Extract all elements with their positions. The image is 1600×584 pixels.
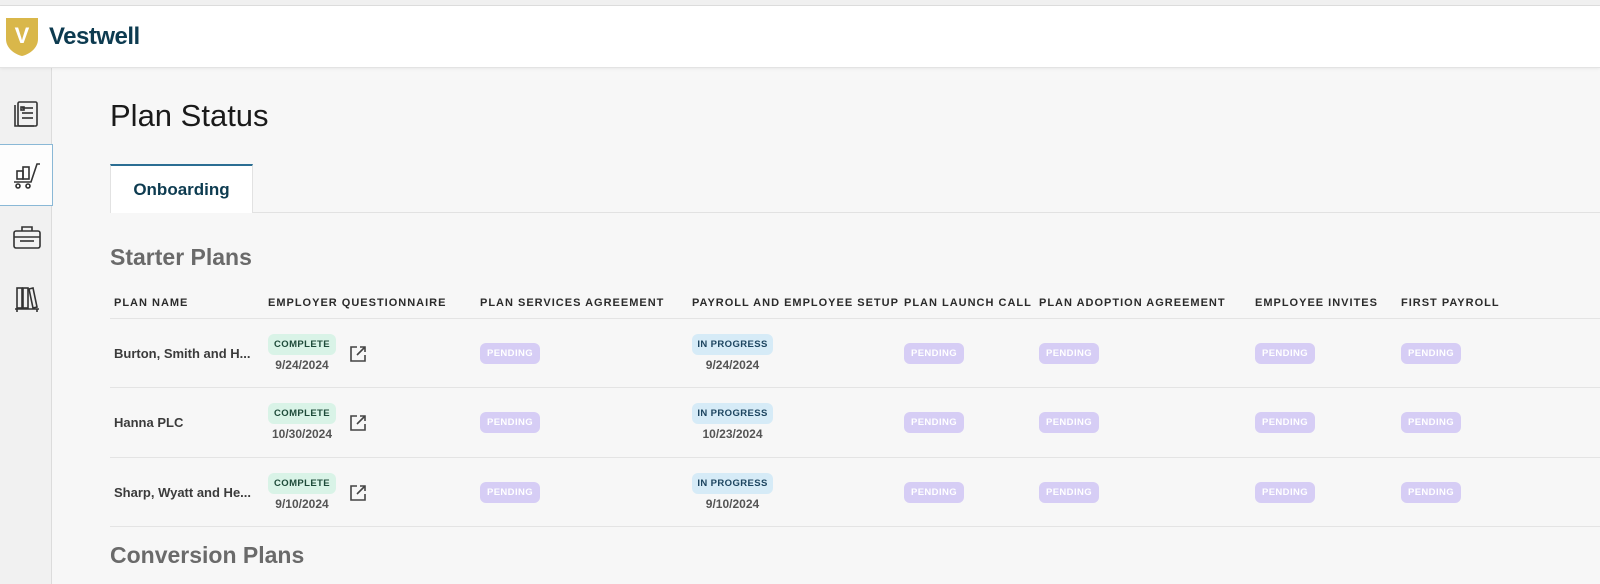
status-badge-pending: PENDING	[904, 482, 964, 503]
status-badge-pending: PENDING	[1255, 482, 1315, 503]
briefcase-icon	[12, 226, 41, 249]
status-badge-pending: PENDING	[1039, 343, 1099, 364]
status-badge-complete: COMPLETE	[268, 403, 336, 424]
external-link-icon[interactable]	[349, 345, 367, 363]
sidebar-nav	[0, 68, 53, 584]
status-badge-pending: PENDING	[1255, 343, 1315, 364]
status-badge-pending: PENDING	[1401, 412, 1461, 433]
column-header-plan-services-agreement: PLAN SERVICES AGREEMENT	[480, 297, 665, 309]
sidebar-item-documents[interactable]	[0, 83, 53, 145]
status-date: 10/23/2024	[702, 427, 763, 441]
external-link-icon[interactable]	[349, 484, 367, 502]
main-content: Plan Status Onboarding Starter Plans PLA…	[52, 68, 1600, 584]
column-header-employer-questionnaire: EMPLOYER QUESTIONNAIRE	[268, 297, 447, 309]
status-badge-in-progress: IN PROGRESS	[692, 403, 773, 424]
column-header-first-payroll: FIRST PAYROLL	[1401, 297, 1500, 309]
status-badge-pending: PENDING	[1401, 343, 1461, 364]
column-header-payroll-employee-setup: PAYROLL AND EMPLOYEE SETUP	[692, 297, 899, 309]
status-date: 9/10/2024	[275, 497, 329, 511]
plan-cart-icon	[14, 163, 40, 189]
document-list-icon	[13, 101, 38, 127]
status-badge-pending: PENDING	[480, 412, 540, 433]
column-header-plan-name: PLAN NAME	[114, 297, 189, 309]
status-badge-pending: PENDING	[904, 343, 964, 364]
status-badge-in-progress: IN PROGRESS	[692, 334, 773, 355]
vestwell-logo[interactable]: V Vestwell	[5, 17, 140, 57]
sidebar-item-library[interactable]	[0, 268, 53, 330]
status-badge-complete: COMPLETE	[268, 334, 336, 355]
status-badge-pending: PENDING	[480, 343, 540, 364]
status-badge-pending: PENDING	[904, 412, 964, 433]
external-link-icon[interactable]	[349, 414, 367, 432]
status-badge-pending: PENDING	[1255, 412, 1315, 433]
status-badge-pending: PENDING	[1401, 482, 1461, 503]
status-badge-in-progress: IN PROGRESS	[692, 473, 773, 494]
vestwell-shield-icon: V	[6, 18, 38, 56]
tab-onboarding[interactable]: Onboarding	[110, 164, 253, 213]
column-header-plan-adoption-agreement: PLAN ADOPTION AGREEMENT	[1039, 297, 1226, 309]
sidebar-item-plans[interactable]	[0, 144, 53, 206]
column-header-employee-invites: EMPLOYEE INVITES	[1255, 297, 1378, 309]
plan-name-cell[interactable]: Burton, Smith and H...	[114, 346, 251, 361]
status-badge-pending: PENDING	[1039, 482, 1099, 503]
tab-bar: Onboarding	[110, 164, 1600, 213]
app-header: V Vestwell	[0, 6, 1600, 68]
status-date: 9/24/2024	[705, 358, 760, 372]
status-date: 10/30/2024	[271, 427, 333, 441]
status-badge-pending: PENDING	[480, 482, 540, 503]
sidebar-item-business[interactable]	[0, 207, 53, 269]
table-row-divider	[110, 526, 1600, 527]
svg-text:V: V	[15, 23, 30, 48]
section-title-starter-plans: Starter Plans	[110, 244, 252, 270]
brand-name: Vestwell	[49, 23, 140, 50]
library-icon	[14, 287, 39, 312]
status-date: 9/24/2024	[275, 358, 329, 372]
plan-name-cell[interactable]: Hanna PLC	[114, 415, 183, 430]
section-title-conversion-plans: Conversion Plans	[110, 542, 305, 568]
status-badge-pending: PENDING	[1039, 412, 1099, 433]
table-row-divider	[110, 387, 1600, 388]
page-title: Plan Status	[110, 98, 269, 133]
plan-name-cell[interactable]: Sharp, Wyatt and He...	[114, 485, 251, 500]
table-row-divider	[110, 457, 1600, 458]
status-date: 9/10/2024	[705, 497, 760, 511]
status-badge-complete: COMPLETE	[268, 473, 336, 494]
table-divider	[110, 318, 1600, 319]
column-header-plan-launch-call: PLAN LAUNCH CALL	[904, 297, 1032, 309]
